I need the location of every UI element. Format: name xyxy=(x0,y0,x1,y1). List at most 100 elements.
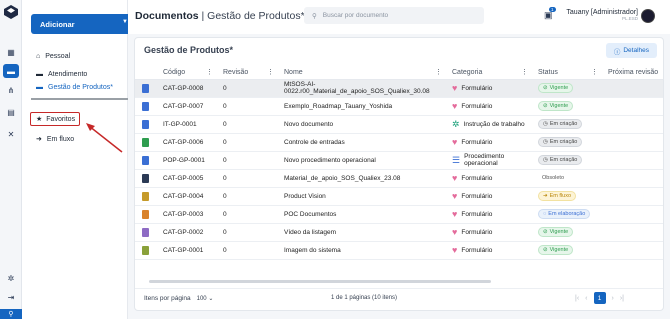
heart-icon: ♥ xyxy=(452,208,458,219)
cell-name: Vídeo da listagem xyxy=(280,223,448,242)
table-row[interactable]: CAT-GP-0008 0 MtSOS-AI-0022.r00_Material… xyxy=(135,79,663,98)
status-label: Vigente xyxy=(549,103,569,109)
table-row[interactable]: POP-GP-0001 0 Novo procedimento operacio… xyxy=(135,151,663,170)
items-per-page-select[interactable]: 100 ⌄ xyxy=(197,295,214,302)
cell-code: POP-GP-0001 xyxy=(159,151,219,170)
icon-rail: ▦ ▬ ⋔ ▤ ✕ ✲ ⇥ ⚲ xyxy=(0,0,22,319)
search-icon: ⚲ xyxy=(312,12,317,20)
clipboard-icon[interactable]: ▤ xyxy=(5,106,17,118)
dashboard-icon[interactable]: ▦ xyxy=(5,46,17,58)
status-label: Vigente xyxy=(549,247,569,253)
sidebar-item-em-fluxo[interactable]: ➜ Em fluxo xyxy=(36,135,74,144)
status-badge: ◷ Em criação xyxy=(538,119,583,129)
cell-code: CAT-GP-0004 xyxy=(159,187,219,206)
table-row[interactable]: CAT-GP-0004 0 Product Vision ♥ Formulário… xyxy=(135,187,663,206)
app-logo-icon[interactable] xyxy=(4,5,18,19)
check-icon: ⊘ xyxy=(543,85,548,91)
flow-icon: ➜ xyxy=(36,136,42,143)
table-row[interactable]: CAT-GP-0007 0 Exemplo_Roadmap_Tauany_Yos… xyxy=(135,97,663,116)
next-page-icon[interactable]: › xyxy=(612,295,614,302)
cell-name: Exemplo_Roadmap_Tauany_Yoshida xyxy=(280,97,448,116)
page-title-separator: | xyxy=(201,10,205,22)
pagination: |‹ ‹ 1 › ›| xyxy=(575,292,624,304)
last-page-icon[interactable]: ›| xyxy=(620,295,624,302)
horizontal-scrollbar[interactable] xyxy=(149,280,491,283)
column-menu-icon[interactable]: ⋮ xyxy=(267,68,274,76)
status-label: Em elaboração xyxy=(548,211,586,217)
tools-icon[interactable]: ✕ xyxy=(5,128,17,140)
cell-rev: 0 xyxy=(219,79,280,98)
user-info[interactable]: Tauany [Administrador] PL.ESD xyxy=(566,9,638,21)
cell-name: Material_de_apoio_SOS_Qualiex_23.08 xyxy=(280,169,448,188)
clock-icon: ◷ xyxy=(543,121,548,127)
documents-icon[interactable]: ▬ xyxy=(3,64,19,78)
table-footer: Itens por página 100 ⌄ 1 de 1 páginas (1… xyxy=(135,288,663,308)
sidebar: Adicionar ▼ ⌂ Pessoal ↻ ▬ Atendimento ▬ … xyxy=(22,0,141,319)
status-badge: ⊘ Vigente xyxy=(538,83,574,93)
col-label: Código xyxy=(163,68,186,76)
col-proxima-revisao[interactable]: Próxima revisão xyxy=(604,66,663,80)
spinner-icon: ◌ xyxy=(543,211,547,217)
heart-icon: ♥ xyxy=(452,226,458,237)
cell-code: CAT-GP-0002 xyxy=(159,223,219,242)
avatar[interactable] xyxy=(641,9,655,23)
heart-icon: ♥ xyxy=(452,172,458,183)
sidebar-item-gestao-de-produtos[interactable]: ▬ Gestão de Produtos* xyxy=(36,84,113,91)
cell-next-review xyxy=(604,115,663,134)
status-badge: ⊘ Vigente xyxy=(538,101,574,111)
col-codigo[interactable]: Código ⋮ xyxy=(159,66,219,80)
folder-icon: ▬ xyxy=(36,84,43,91)
col-label: Próxima revisão xyxy=(608,68,659,76)
table-row[interactable]: CAT-GP-0002 0 Vídeo da listagem ♥ Formulá… xyxy=(135,223,663,242)
cell-rev: 0 xyxy=(219,223,280,242)
column-menu-icon[interactable]: ⋮ xyxy=(435,68,442,76)
column-menu-icon[interactable]: ⋮ xyxy=(591,68,598,76)
cell-category: Formulário xyxy=(461,192,493,200)
sitemap-icon[interactable]: ⋔ xyxy=(5,84,17,96)
add-button[interactable]: Adicionar ▼ xyxy=(31,14,137,34)
sidebar-item-pessoal[interactable]: ⌂ Pessoal xyxy=(36,53,70,60)
first-page-icon[interactable]: |‹ xyxy=(575,295,579,302)
notifications-icon[interactable]: ▣ 1 xyxy=(544,7,556,21)
table-row[interactable]: CAT-GP-0005 0 Material_de_apoio_SOS_Qual… xyxy=(135,169,663,188)
col-categoria[interactable]: Categoria ⋮ xyxy=(448,66,534,80)
cell-name: POC Documentos xyxy=(280,205,448,224)
document-icon xyxy=(142,119,149,129)
col-label: Nome xyxy=(284,68,303,76)
check-icon: ⊘ xyxy=(543,229,548,235)
col-revisao[interactable]: Revisão ⋮ xyxy=(219,66,280,80)
cell-code: IT-GP-0001 xyxy=(159,115,219,134)
settings-icon[interactable]: ✲ xyxy=(5,272,17,284)
table-row[interactable]: CAT-GP-0003 0 POC Documentos ♥ Formulário… xyxy=(135,205,663,224)
cell-next-review xyxy=(604,133,663,152)
chevron-down-icon: ⌄ xyxy=(208,296,214,302)
col-status[interactable]: Status ⋮ xyxy=(534,66,604,80)
cell-rev: 0 xyxy=(219,97,280,116)
col-nome[interactable]: Nome ⋮ xyxy=(280,66,448,80)
status-label: Obsoleto xyxy=(542,175,565,181)
prev-page-icon[interactable]: ‹ xyxy=(585,295,587,302)
logout-icon[interactable]: ⇥ xyxy=(5,291,17,303)
document-icon xyxy=(142,101,149,111)
card-title: Gestão de Produtos* xyxy=(144,45,234,55)
column-menu-icon[interactable]: ⋮ xyxy=(206,68,213,76)
sidebar-item-atendimento[interactable]: ▬ Atendimento xyxy=(36,71,87,78)
table-row[interactable]: IT-GP-0001 0 Novo documento ✲ Instrução d… xyxy=(135,115,663,134)
flow-icon: ➜ xyxy=(543,193,548,199)
details-button[interactable]: ⓘ Detalhes xyxy=(605,43,657,58)
table-row[interactable]: CAT-GP-0001 0 Imagem do sistema ♥ Formulá… xyxy=(135,241,663,260)
current-page-button[interactable]: 1 xyxy=(593,292,606,304)
document-icon xyxy=(142,83,149,93)
cell-code: CAT-GP-0008 xyxy=(159,79,219,98)
heart-icon: ♥ xyxy=(452,190,458,201)
table-row[interactable]: CAT-GP-0006 0 Controle de entradas ♥ Form… xyxy=(135,133,663,152)
sidebar-item-favoritos[interactable]: ★ Favoritos xyxy=(30,112,80,126)
pagination-range: 1 de 1 páginas (10 itens) xyxy=(331,295,398,301)
search-input[interactable]: ⚲ Buscar por documento xyxy=(304,7,484,24)
document-icon xyxy=(142,173,149,183)
heart-icon: ♥ xyxy=(452,136,458,147)
column-menu-icon[interactable]: ⋮ xyxy=(521,68,528,76)
location-icon[interactable]: ⚲ xyxy=(0,309,22,319)
sidebar-item-label: Atendimento xyxy=(48,71,88,78)
documents-card: Gestão de Produtos* ⓘ Detalhes Código ⋮ R… xyxy=(134,37,664,311)
